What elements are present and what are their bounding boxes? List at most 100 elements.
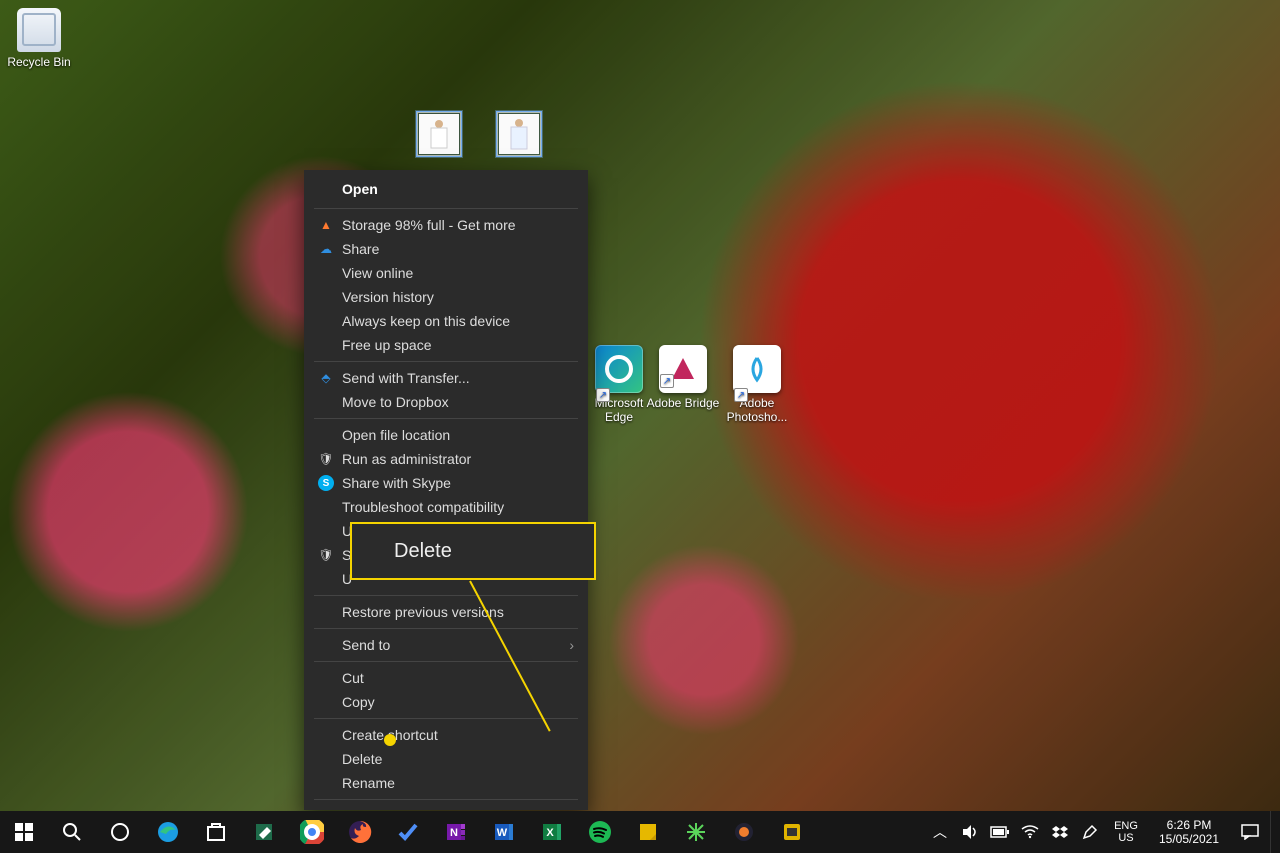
taskbar-app-todo[interactable] [384,811,432,853]
onedrive-icon: ☁ [318,241,334,257]
menu-troubleshoot-compat[interactable]: Troubleshoot compatibility [304,495,588,519]
shortcut-label: Adobe Photosho... [718,396,796,424]
firefox-icon [348,820,372,844]
recycle-bin[interactable]: Recycle Bin [0,8,78,69]
taskbar-app-misc1[interactable] [672,811,720,853]
taskbar-app-misc2[interactable] [720,811,768,853]
menu-separator [314,418,578,419]
pen-icon [1081,823,1099,841]
taskbar-app-spotify[interactable] [576,811,624,853]
desktop-wallpaper [0,0,1280,853]
edge-icon [156,820,180,844]
taskbar-app-excel[interactable]: X [528,811,576,853]
menu-free-up-space[interactable]: Free up space [304,333,588,357]
tray-volume[interactable] [956,811,984,853]
cortana-button[interactable] [96,811,144,853]
tray-dropbox[interactable] [1046,811,1074,853]
word-icon: W [493,821,515,843]
taskbar-app-notes[interactable] [240,811,288,853]
image-thumbnail-2[interactable] [480,112,558,156]
burst-icon [685,821,707,843]
skype-icon: S [318,475,334,491]
search-button[interactable] [48,811,96,853]
taskbar-app-misc3[interactable] [768,811,816,853]
desktop-shortcut-adobe-bridge[interactable]: ↗ Adobe Bridge [644,345,722,410]
system-tray: ︿ ENG US 6:26 PM 15/05/2021 [926,811,1280,853]
recycle-bin-label: Recycle Bin [7,55,70,69]
menu-separator [314,208,578,209]
menu-view-online[interactable]: View online [304,261,588,285]
annotation-label: Delete [394,540,452,563]
menu-separator [314,361,578,362]
dropbox-icon [1052,824,1068,840]
store-icon [205,821,227,843]
menu-delete[interactable]: Delete [304,747,588,771]
menu-rename[interactable]: Rename [304,771,588,795]
annotation-callout: Delete [350,522,596,580]
menu-version-history[interactable]: Version history [304,285,588,309]
chrome-icon [300,820,324,844]
jade-icon [253,821,275,843]
chevron-up-icon: ︿ [933,822,947,842]
menu-separator [314,628,578,629]
menu-restore-previous-versions[interactable]: Restore previous versions [304,600,588,624]
menu-copy[interactable]: Copy [304,690,588,714]
start-button[interactable] [0,811,48,853]
menu-cut[interactable]: Cut [304,666,588,690]
recycle-bin-icon [17,8,61,52]
windows-icon [15,823,33,841]
tray-clock[interactable]: 6:26 PM 15/05/2021 [1148,818,1230,846]
search-icon [62,822,82,842]
taskbar-app-word[interactable]: W [480,811,528,853]
taskbar-app-chrome[interactable] [288,811,336,853]
shield-icon: 🛡 [318,451,334,467]
menu-send-with-transfer[interactable]: ⬘Send with Transfer... [304,366,588,390]
taskbar-app-edge[interactable] [144,811,192,853]
photoshop-icon [733,345,781,393]
menu-share[interactable]: ☁Share [304,237,588,261]
tray-overflow[interactable]: ︿ [926,811,954,853]
menu-open[interactable]: Open [304,174,588,204]
menu-always-keep[interactable]: Always keep on this device [304,309,588,333]
context-menu: Open ▲Storage 98% full - Get more ☁Share… [304,170,588,810]
sticky-notes-icon [637,821,659,843]
shortcut-overlay-icon: ↗ [660,374,674,388]
lang-code: ENG [1114,820,1138,832]
clock-date: 15/05/2021 [1159,832,1219,846]
chevron-right-icon: › [569,637,574,653]
wifi-icon [1021,825,1039,839]
notification-icon [1241,824,1259,840]
shortcut-overlay-icon: ↗ [734,388,748,402]
svg-text:X: X [546,827,554,839]
volume-icon [962,824,978,840]
tray-wifi[interactable] [1016,811,1044,853]
shortcut-label: Adobe Bridge [647,396,720,410]
taskbar-app-store[interactable] [192,811,240,853]
menu-share-with-skype[interactable]: SShare with Skype [304,471,588,495]
taskbar: N W X ︿ ENG US 6:26 PM 15/05/2021 [0,811,1280,853]
action-center-button[interactable] [1232,824,1268,840]
menu-storage-full[interactable]: ▲Storage 98% full - Get more [304,213,588,237]
cortana-icon [110,822,130,842]
menu-open-file-location[interactable]: Open file location [304,423,588,447]
menu-separator [314,661,578,662]
svg-text:N: N [450,827,458,839]
tray-pen[interactable] [1076,811,1104,853]
shortcut-overlay-icon: ↗ [596,388,610,402]
menu-move-to-dropbox[interactable]: Move to Dropbox [304,390,588,414]
desktop-shortcut-photoshop[interactable]: ↗ Adobe Photosho... [718,345,796,424]
tray-language[interactable]: ENG US [1106,820,1146,844]
dropbox-icon: ⬘ [318,370,334,386]
menu-send-to[interactable]: Send to› [304,633,588,657]
taskbar-app-sticky-notes[interactable] [624,811,672,853]
taskbar-app-firefox[interactable] [336,811,384,853]
image-file-icon [497,112,541,156]
check-icon [397,821,419,843]
image-thumbnail-1[interactable] [400,112,478,156]
taskbar-app-onenote[interactable]: N [432,811,480,853]
show-desktop-button[interactable] [1270,811,1276,853]
badge-icon [781,821,803,843]
tray-battery[interactable] [986,811,1014,853]
menu-run-as-admin[interactable]: 🛡Run as administrator [304,447,588,471]
svg-text:W: W [497,827,508,839]
